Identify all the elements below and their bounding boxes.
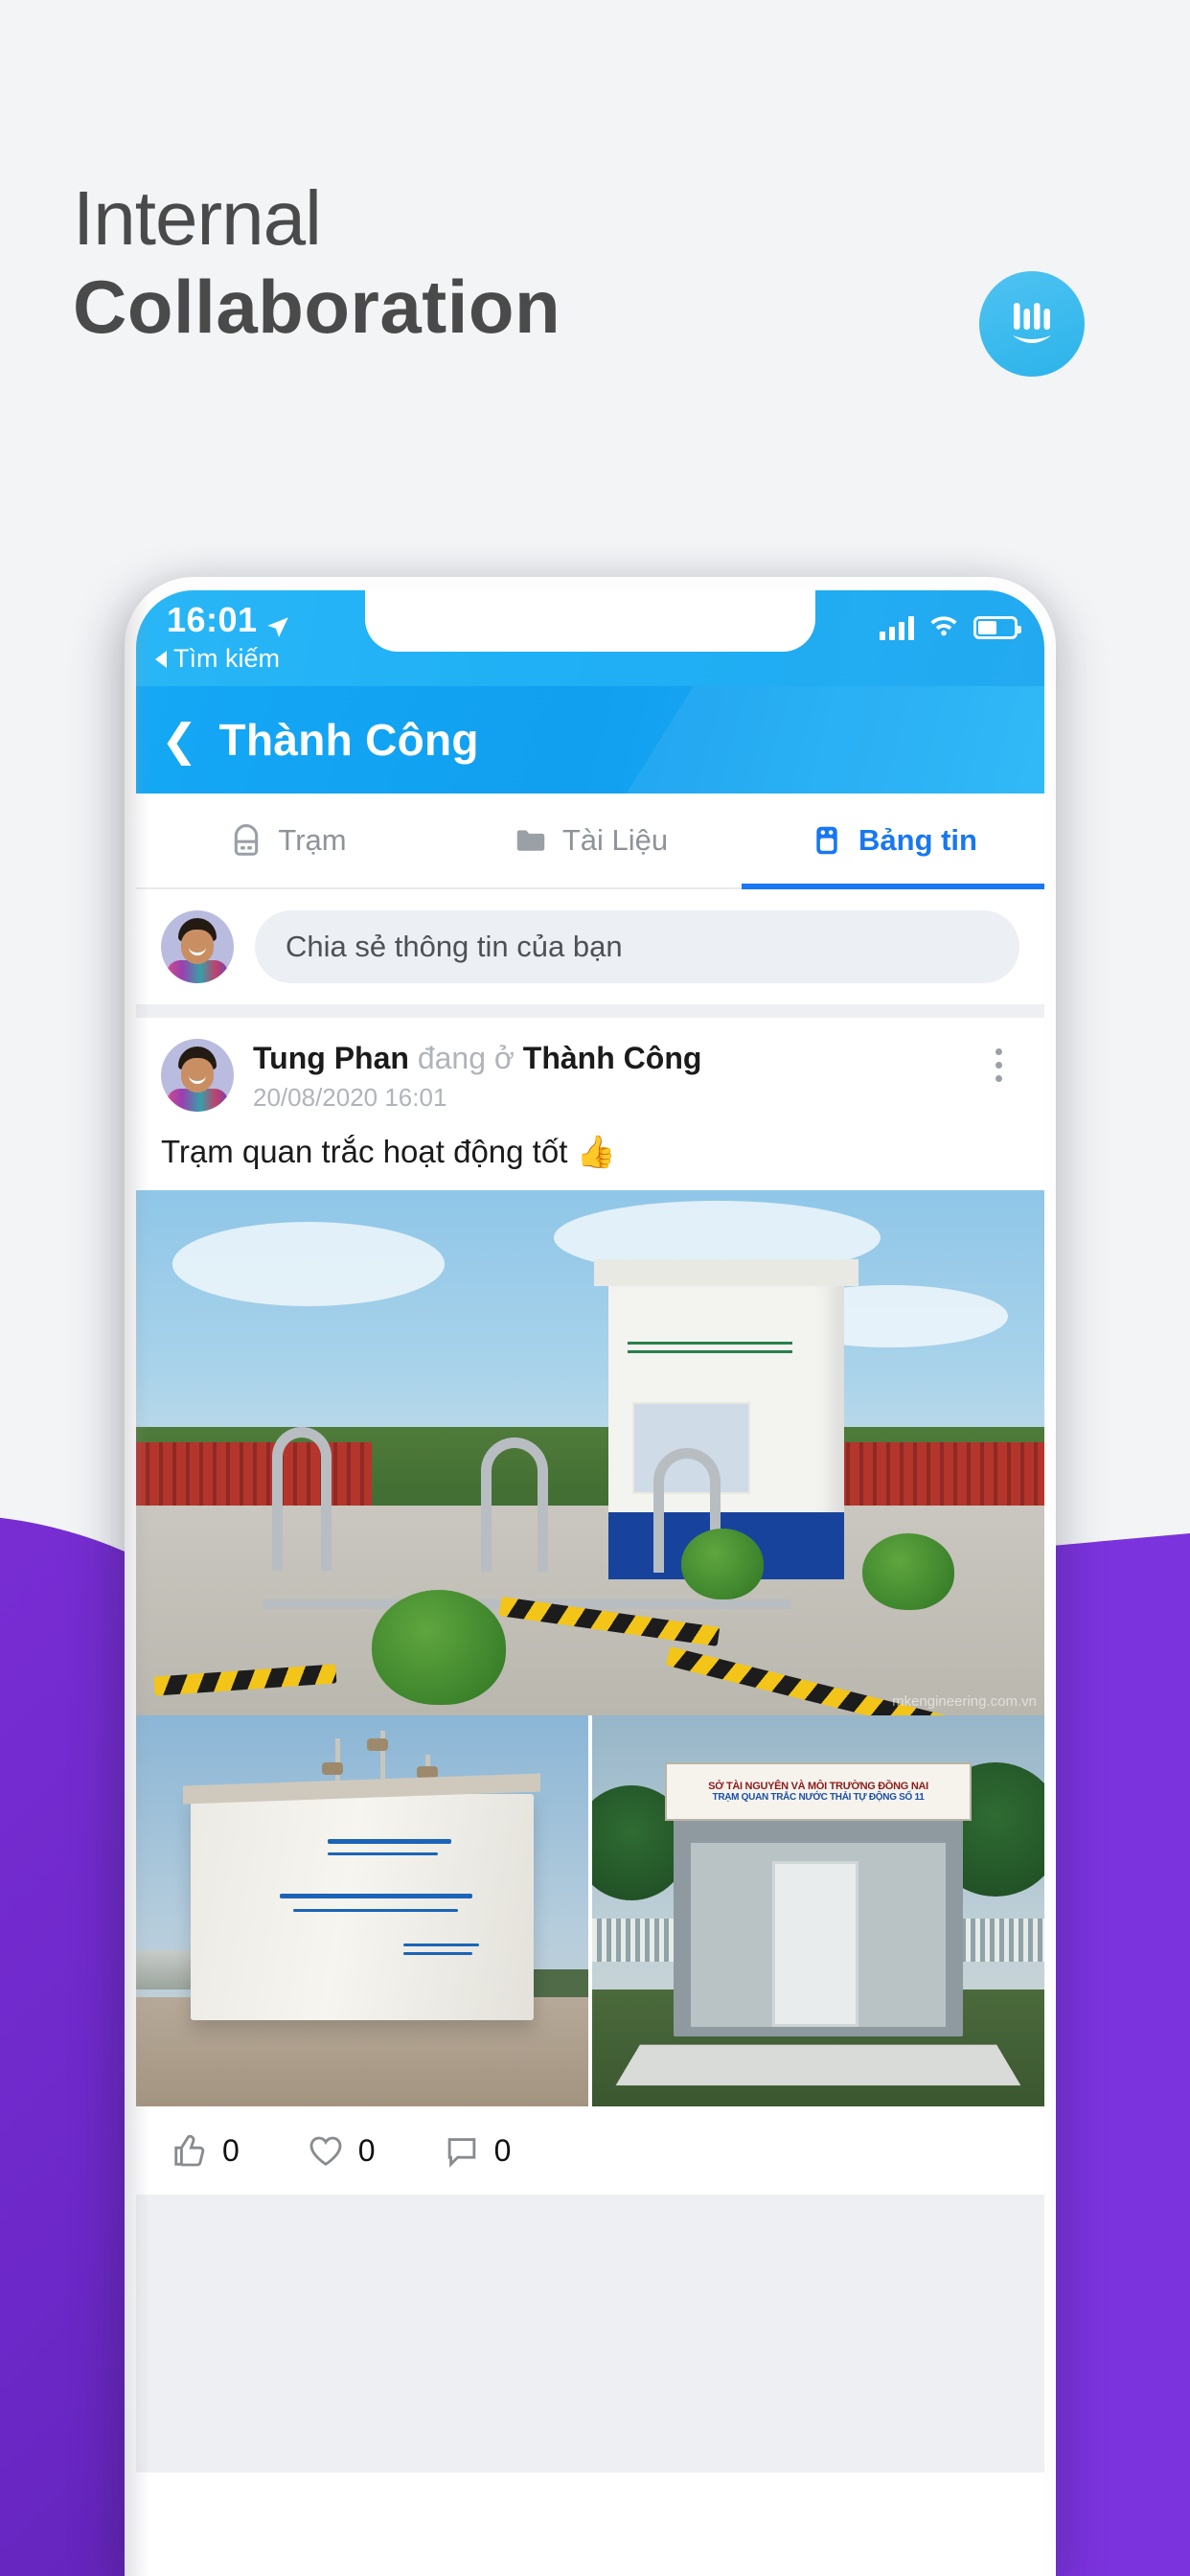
status-time-group: 16:01 bbox=[167, 600, 290, 640]
status-bar: 16:01 Tìm kiếm bbox=[136, 590, 1044, 686]
status-back-label: Tìm kiếm bbox=[173, 644, 280, 673]
like-button[interactable]: 0 bbox=[171, 2131, 240, 2170]
location-arrow-icon bbox=[265, 608, 290, 637]
phone-notch bbox=[365, 590, 815, 652]
post-header: Tung Phan đang ở Thành Công 20/08/2020 1… bbox=[136, 1018, 1044, 1120]
kebab-menu-icon[interactable] bbox=[977, 1039, 1019, 1082]
page-title: Thành Công bbox=[218, 715, 479, 765]
container-station-photo[interactable] bbox=[136, 1715, 588, 2106]
comment-icon bbox=[443, 2131, 481, 2170]
heart-icon bbox=[307, 2131, 345, 2170]
post-timestamp: 20/08/2020 16:01 bbox=[253, 1083, 447, 1112]
post-author[interactable]: Tung Phan bbox=[253, 1041, 409, 1075]
tab-bang-tin[interactable]: Bảng tin bbox=[742, 794, 1044, 889]
composer-avatar bbox=[161, 910, 234, 983]
hero-heading: Internal Collaboration bbox=[73, 174, 561, 351]
tab-tram-label: Trạm bbox=[278, 823, 347, 857]
cabin-station-photo[interactable]: SỞ TÀI NGUYÊN VÀ MÔI TRƯỜNG ĐỒNG NAI TRẠ… bbox=[592, 1715, 1044, 2106]
tab-bang-tin-label: Bảng tin bbox=[858, 823, 977, 857]
app-navbar: ❮ Thành Công bbox=[136, 686, 1044, 794]
composer-placeholder: Chia sẻ thông tin của bạn bbox=[286, 930, 623, 963]
main-station-photo[interactable]: mkengineering.com.vn bbox=[136, 1190, 1044, 1715]
tab-tai-lieu[interactable]: Tài Liệu bbox=[439, 794, 742, 887]
hero-line-1: Internal bbox=[73, 175, 322, 261]
cabin-banner-line-1: SỞ TÀI NGUYÊN VÀ MÔI TRƯỜNG ĐỒNG NAI bbox=[708, 1781, 928, 1793]
status-back-to-search[interactable]: Tìm kiếm bbox=[155, 644, 280, 674]
news-board-icon bbox=[809, 822, 845, 859]
status-indicators bbox=[880, 613, 1021, 641]
tab-bar: Trạm Tài Liệu Bảng tin bbox=[136, 794, 1044, 889]
brand-logo-icon bbox=[979, 271, 1085, 377]
cabin-banner: SỞ TÀI NGUYÊN VÀ MÔI TRƯỜNG ĐỒNG NAI TRẠ… bbox=[664, 1761, 973, 1822]
post-at-label: đang ở bbox=[417, 1041, 515, 1075]
post-meta: Tung Phan đang ở Thành Công 20/08/2020 1… bbox=[253, 1039, 958, 1113]
thumbs-up-icon bbox=[171, 2131, 209, 2170]
post-composer[interactable]: Chia sẻ thông tin của bạn bbox=[136, 889, 1044, 1018]
comment-button[interactable]: 0 bbox=[443, 2131, 512, 2170]
feed-empty-space bbox=[136, 2204, 1044, 2472]
station-icon bbox=[228, 822, 264, 859]
photo-watermark: mkengineering.com.vn bbox=[892, 1693, 1037, 1710]
phone-screen: 16:01 Tìm kiếm ❮ Thành Công Trạm Tài Liệ… bbox=[136, 590, 1044, 2576]
media-row: SỞ TÀI NGUYÊN VÀ MÔI TRƯỜNG ĐỒNG NAI TRẠ… bbox=[136, 1715, 1044, 2106]
composer-input[interactable]: Chia sẻ thông tin của bạn bbox=[255, 910, 1019, 983]
wifi-icon bbox=[929, 613, 958, 641]
comment-count: 0 bbox=[493, 2132, 512, 2168]
tab-tram[interactable]: Trạm bbox=[136, 794, 439, 887]
hero-line-2: Collaboration bbox=[73, 264, 561, 349]
post-place[interactable]: Thành Công bbox=[523, 1041, 702, 1075]
feed-post: Tung Phan đang ở Thành Công 20/08/2020 1… bbox=[136, 1018, 1044, 2472]
folder-icon bbox=[513, 822, 549, 859]
battery-icon bbox=[973, 615, 1021, 639]
cellular-signal-icon bbox=[880, 615, 914, 640]
cabin-banner-line-2: TRẠM QUAN TRẮC NƯỚC THẢI TỰ ĐỘNG SỐ 11 bbox=[712, 1792, 925, 1804]
post-action-bar: 0 0 0 bbox=[136, 2106, 1044, 2204]
love-count: 0 bbox=[357, 2132, 376, 2168]
status-time: 16:01 bbox=[167, 600, 258, 639]
post-avatar[interactable] bbox=[161, 1039, 234, 1112]
triangle-left-icon bbox=[155, 650, 167, 668]
love-button[interactable]: 0 bbox=[307, 2131, 376, 2170]
phone-mockup: 16:01 Tìm kiếm ❮ Thành Công Trạm Tài Liệ… bbox=[125, 577, 1056, 2576]
tab-tai-lieu-label: Tài Liệu bbox=[561, 823, 669, 857]
post-author-line: Tung Phan đang ở Thành Công bbox=[253, 1039, 958, 1077]
screenshot-root: Internal Collaboration 16:01 Tìm kiếm ❮ … bbox=[0, 0, 1190, 2576]
back-button[interactable]: ❮ bbox=[161, 718, 198, 762]
like-count: 0 bbox=[222, 2132, 240, 2168]
post-body-text: Trạm quan trắc hoạt động tốt 👍 bbox=[161, 1134, 616, 1169]
